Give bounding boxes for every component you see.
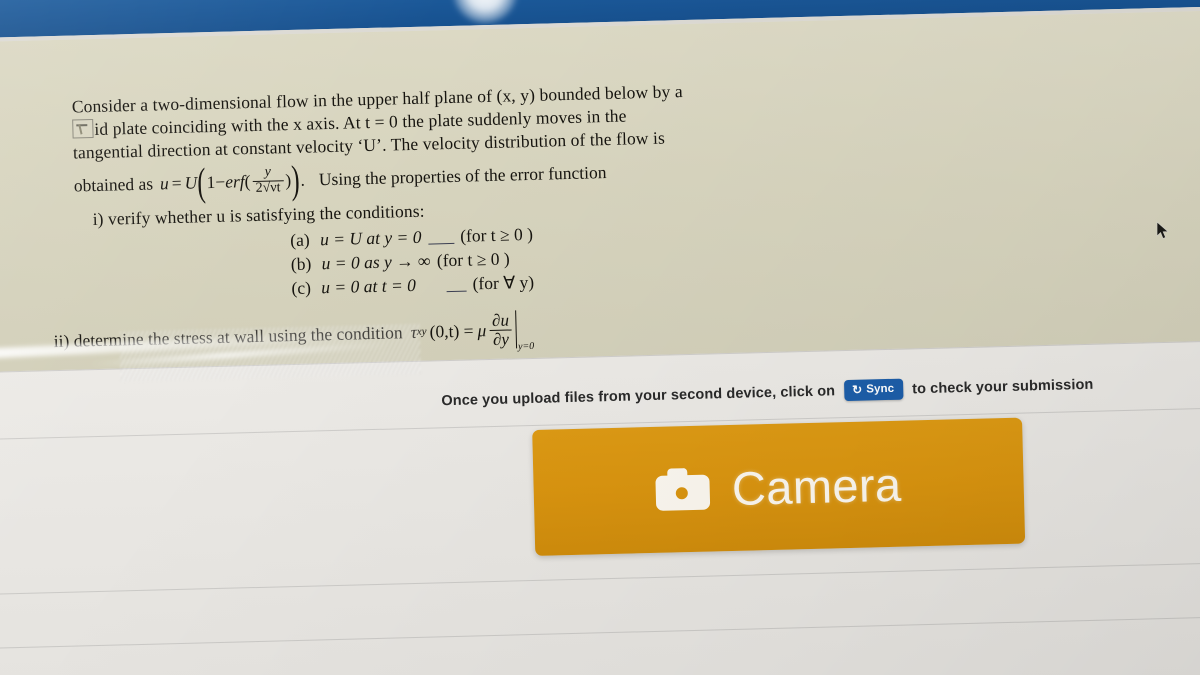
formula-paren-open: (: [244, 170, 251, 191]
refresh-icon: ↻: [851, 382, 863, 397]
condition-c-blank: [446, 280, 467, 293]
conditions-list: (a) u = U at y = 0 (for t ≥ 0 ) (b) u = …: [290, 211, 977, 300]
broken-image-icon: [72, 119, 94, 139]
formula-open-bracket: (: [197, 159, 207, 205]
formula-close-bracket: ): [291, 156, 301, 203]
question-document-area: Consider a two-dimensional flow in the u…: [0, 9, 1200, 373]
formula-intro: obtained as: [73, 173, 154, 196]
screenshot-root: Consider a two-dimensional flow in the u…: [0, 0, 1200, 675]
question-text-body: Consider a two-dimensional flow in the u…: [53, 73, 978, 360]
part-ii-evaluation-bar: y=0: [514, 310, 534, 353]
part-ii-derivative-fraction: ∂u ∂y: [489, 310, 513, 349]
condition-b-tag: (b): [290, 253, 312, 275]
monitor-screen-panel: Consider a two-dimensional flow in the u…: [0, 0, 1200, 675]
part-ii-eval-at: y=0: [517, 341, 535, 353]
formula-one-minus: 1−: [206, 171, 226, 192]
condition-a-expr: u = U at y = 0: [319, 227, 422, 250]
condition-b-expr: u = 0 as y → ∞: [321, 250, 431, 274]
formula-numerator: y: [264, 164, 272, 180]
part-ii-frac-numerator: ∂u: [491, 310, 510, 331]
sync-button-label: Sync: [866, 382, 895, 396]
camera-button[interactable]: Camera: [532, 417, 1026, 556]
condition-a-blank: [427, 233, 455, 245]
condition-c-expr: u = 0 at t = 0: [321, 275, 417, 298]
divider-lower: [0, 615, 1200, 650]
part-ii-tau-subscript: xy: [416, 326, 427, 339]
formula-U: U: [184, 172, 198, 193]
condition-c-qualifier: (for ∀ y): [472, 272, 535, 294]
camera-button-label: Camera: [731, 457, 903, 515]
formula-denominator: 2√νt: [252, 179, 284, 197]
condition-b-qualifier: (for t ≥ 0 ): [436, 248, 510, 271]
part-ii-mu: μ: [477, 320, 487, 341]
sync-instruction-row: Once you upload files from your second d…: [441, 374, 1094, 411]
divider-under-camera: [0, 561, 1200, 596]
formula-fraction: y 2√νt: [252, 164, 284, 197]
sync-message-after: to check your submission: [911, 376, 1094, 397]
part-ii-args: (0,t) =: [429, 320, 474, 342]
formula-equals: =: [171, 172, 182, 193]
formula-period: .: [300, 169, 306, 190]
sync-button[interactable]: ↻ Sync: [843, 378, 904, 402]
camera-icon: [655, 468, 711, 511]
formula-erf: erf: [224, 170, 245, 192]
condition-c-tag: (c): [291, 277, 312, 299]
condition-a-tag: (a): [290, 229, 310, 251]
evaluation-vertical-line: [514, 310, 518, 349]
sync-message-before: Once you upload files from your second d…: [441, 382, 836, 409]
formula-tail-text: Using the properties of the error functi…: [318, 161, 607, 189]
part-ii-frac-denominator: ∂y: [489, 329, 513, 349]
part-ii-text: ii) determine the stress at wall using t…: [53, 322, 403, 351]
condition-a-qualifier: (for t ≥ 0 ): [459, 224, 534, 247]
submission-panel: Once you upload files from your second d…: [0, 339, 1200, 675]
